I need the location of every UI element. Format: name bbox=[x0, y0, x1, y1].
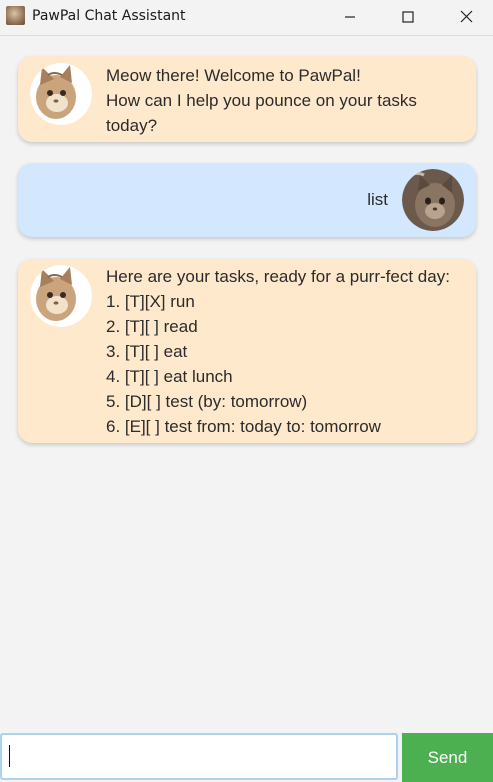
bot-message: Here are your tasks, ready for a purr-fe… bbox=[18, 259, 476, 443]
bot-avatar bbox=[30, 63, 92, 125]
send-button[interactable]: Send bbox=[402, 733, 493, 782]
bot-avatar bbox=[30, 265, 92, 327]
maximize-icon bbox=[402, 10, 414, 23]
task-item: 1. [T][X] run bbox=[106, 292, 195, 311]
message-text: Meow there! Welcome to PawPal! How can I… bbox=[106, 66, 417, 135]
message-input[interactable] bbox=[0, 733, 398, 780]
task-item: 3. [T][ ] eat bbox=[106, 342, 188, 361]
minimize-icon bbox=[345, 15, 355, 18]
task-item: 5. [D][ ] test (by: tomorrow) bbox=[106, 392, 308, 411]
minimize-button[interactable] bbox=[321, 0, 379, 33]
text-caret bbox=[9, 745, 10, 767]
message-text: list bbox=[367, 190, 388, 209]
close-button[interactable] bbox=[437, 0, 493, 33]
task-item: 2. [T][ ] read bbox=[106, 317, 198, 336]
cat-face-icon bbox=[30, 63, 92, 125]
input-bar: Send bbox=[0, 731, 493, 782]
user-avatar bbox=[402, 169, 464, 231]
message-text: Here are your tasks, ready for a purr-fe… bbox=[106, 264, 450, 439]
chat-area[interactable]: Meow there! Welcome to PawPal! How can I… bbox=[0, 36, 493, 730]
user-message: list bbox=[18, 163, 476, 237]
window-title: PawPal Chat Assistant bbox=[32, 8, 186, 24]
task-item: 4. [T][ ] eat lunch bbox=[106, 367, 233, 386]
message-line: Here are your tasks, ready for a purr-fe… bbox=[106, 267, 450, 286]
close-icon bbox=[460, 10, 472, 23]
app-window: PawPal Chat Assistant Meow there! Welcom… bbox=[0, 0, 493, 782]
cat-photo-icon bbox=[402, 169, 464, 231]
task-item: 6. [E][ ] test from: today to: tomorrow bbox=[106, 417, 381, 436]
cat-app-icon bbox=[6, 6, 25, 25]
title-bar: PawPal Chat Assistant bbox=[0, 0, 493, 36]
maximize-button[interactable] bbox=[379, 0, 437, 33]
cat-face-icon bbox=[30, 265, 92, 327]
bot-message: Meow there! Welcome to PawPal! How can I… bbox=[18, 56, 476, 142]
